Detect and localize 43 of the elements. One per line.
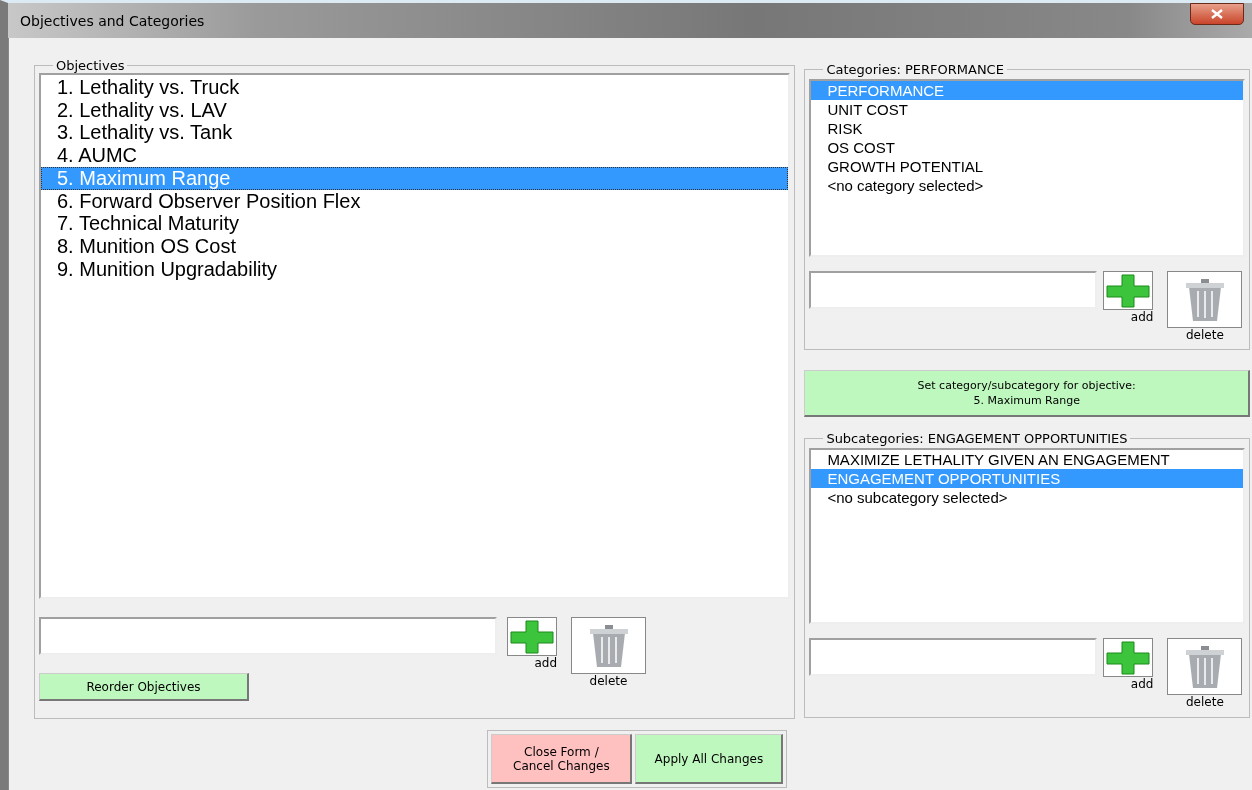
- objective-item[interactable]: 7. Technical Maturity: [41, 212, 789, 235]
- close-form-button[interactable]: Close Form / Cancel Changes: [491, 734, 633, 784]
- subcategory-item[interactable]: MAXIMIZE LETHALITY GIVEN AN ENGAGEMENT: [811, 450, 1243, 469]
- frame-legend: Objectives: [53, 58, 128, 73]
- delete-label: delete: [589, 674, 628, 688]
- objective-item[interactable]: 8. Munition OS Cost: [41, 234, 789, 258]
- objective-item[interactable]: 2. Lethality vs. LAV: [41, 98, 789, 122]
- reorder-button[interactable]: Reorder Objectives: [39, 673, 249, 701]
- subcategory-item[interactable]: <no subcategory selected>: [811, 488, 1243, 507]
- frame-legend: Categories: PERFORMANCE: [823, 62, 1007, 77]
- subcategory-input-field[interactable]: [809, 638, 1098, 676]
- plus-icon: [1106, 273, 1151, 308]
- plus-icon: [1106, 640, 1151, 675]
- set-category-button[interactable]: Set category/subcategory for objective: 5. Maximum Range: [804, 370, 1250, 417]
- close-button[interactable]: [1190, 2, 1244, 25]
- add-button[interactable]: [507, 617, 557, 656]
- add-button[interactable]: [1103, 638, 1154, 677]
- category-input-field[interactable]: [809, 271, 1098, 309]
- category-item[interactable]: OS COST: [811, 138, 1243, 157]
- add-label: add: [534, 656, 557, 670]
- add-button[interactable]: [1103, 271, 1154, 310]
- add-label: add: [1130, 310, 1154, 324]
- objective-input-field[interactable]: [39, 617, 497, 655]
- delete-button[interactable]: [571, 617, 646, 674]
- delete-label: delete: [1185, 695, 1224, 709]
- objective-item[interactable]: 1. Lethality vs. Truck: [41, 76, 789, 99]
- objective-item[interactable]: 3. Lethality vs. Tank: [41, 121, 789, 145]
- category-item[interactable]: <no category selected>: [811, 176, 1243, 195]
- delete-button[interactable]: [1167, 638, 1243, 695]
- objective-item[interactable]: 4. AUMC: [41, 144, 789, 167]
- apply-button[interactable]: Apply All Changes: [635, 734, 784, 784]
- category-item[interactable]: UNIT COST: [811, 100, 1243, 119]
- objective-item[interactable]: 9. Munition Upgradability: [41, 257, 789, 281]
- frame-legend: Subcategories: ENGAGEMENT OPPORTUNITIES: [823, 431, 1131, 446]
- close-icon: [1211, 8, 1223, 19]
- category-item[interactable]: RISK: [811, 119, 1243, 138]
- delete-label: delete: [1185, 328, 1224, 342]
- plus-icon: [510, 619, 554, 654]
- delete-button[interactable]: [1167, 271, 1243, 328]
- add-label: add: [1130, 677, 1154, 691]
- window-title: Objectives and Categories: [20, 12, 205, 29]
- category-item[interactable]: GROWTH POTENTIAL: [811, 157, 1243, 176]
- objective-item[interactable]: 6. Forward Observer Position Flex: [41, 189, 789, 213]
